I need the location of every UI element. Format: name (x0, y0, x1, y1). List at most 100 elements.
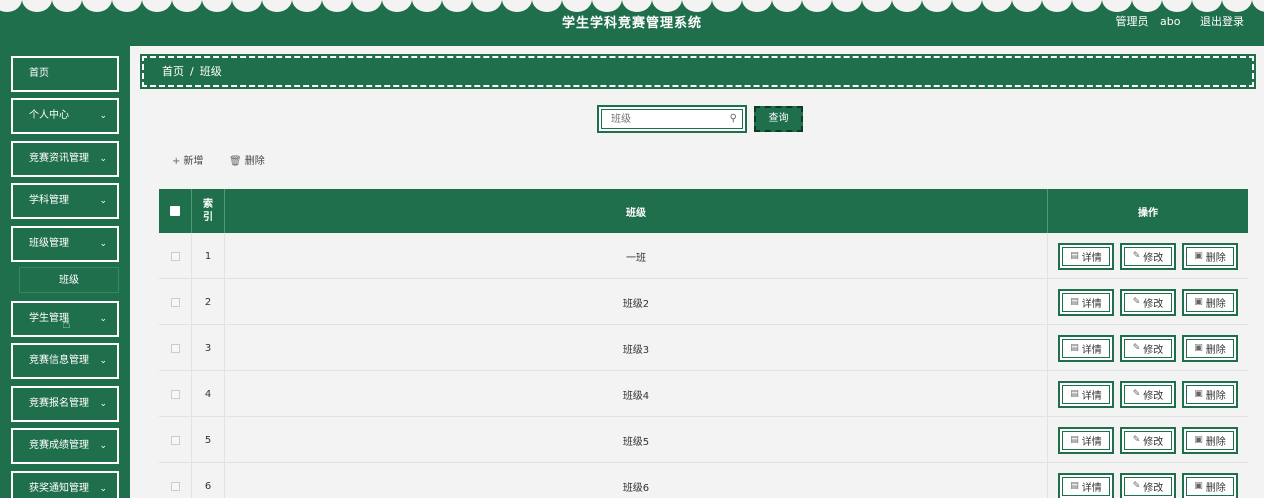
detail-button[interactable]: ▤ 详情 (1058, 242, 1114, 270)
scallop-shape (682, 0, 712, 12)
delete-label: 删除 (1205, 482, 1226, 494)
edit-button[interactable]: ✎ 修改 (1120, 288, 1176, 316)
row-class-name: 一班 (225, 233, 1048, 279)
row-checkbox-cell (159, 417, 192, 463)
bulk-delete-button[interactable]: 🗑︎ 删除 (229, 152, 265, 167)
edit-button[interactable]: ✎ 修改 (1120, 472, 1176, 498)
sidebar-item-subjects[interactable]: 学科管理 ⌄ (11, 183, 119, 219)
scallop-shape (832, 0, 862, 12)
scallop-shape (112, 0, 142, 12)
edit-label: 修改 (1143, 344, 1164, 356)
detail-label: 详情 (1081, 344, 1102, 356)
sidebar-item-home[interactable]: 首页 (11, 56, 119, 92)
row-index: 5 (192, 417, 225, 463)
add-button[interactable]: + 新增 (172, 152, 203, 167)
edit-button[interactable]: ✎ 修改 (1120, 380, 1176, 408)
scallop-shape (82, 0, 112, 12)
detail-button[interactable]: ▤ 详情 (1058, 334, 1114, 362)
edit-button[interactable]: ✎ 修改 (1120, 242, 1176, 270)
scallop-shape (202, 0, 232, 12)
chevron-down-icon: ⌄ (99, 356, 107, 366)
scallop-shape (862, 0, 892, 12)
table-row: 4 班级4 ▤ 详情 ✎ 修改 ▣ 删除 (159, 371, 1248, 417)
sidebar-item-classes[interactable]: 班级管理 ⌄ (11, 226, 119, 262)
scallop-shape (142, 0, 172, 12)
row-index: 1 (192, 233, 225, 279)
scallop-shape (1222, 0, 1252, 12)
app-title: 学生学科竞赛管理系统 (561, 16, 702, 31)
trash-icon: ▣ (1194, 297, 1203, 307)
detail-label: 详情 (1081, 390, 1102, 402)
class-table: 索引 班级 操作 1 一班 ▤ 详情 ✎ 修改 ▣ 删除 2 班级2 ▤ 详情 ✎ 修改 … (159, 189, 1248, 498)
row-checkbox[interactable] (170, 251, 180, 261)
edit-label: 修改 (1143, 436, 1164, 448)
submenu-item-class[interactable]: 班级 (19, 267, 119, 293)
table-row: 1 一班 ▤ 详情 ✎ 修改 ▣ 删除 (159, 233, 1248, 279)
detail-button[interactable]: ▤ 详情 (1058, 288, 1114, 316)
sidebar-item-competitions[interactable]: 竞赛信息管理 ⌄ (11, 343, 119, 379)
row-checkbox-cell (159, 463, 192, 498)
breadcrumb-current: 班级 (199, 65, 222, 78)
scallop-shape (292, 0, 322, 12)
row-checkbox[interactable] (170, 435, 180, 445)
detail-button[interactable]: ▤ 详情 (1058, 380, 1114, 408)
row-actions: ▤ 详情 ✎ 修改 ▣ 删除 (1048, 417, 1248, 463)
scallop-shape (22, 0, 52, 12)
row-checkbox[interactable] (170, 297, 180, 307)
scallop-shape (1042, 0, 1072, 12)
scallop-shape (772, 0, 802, 12)
query-button[interactable]: 查询 (754, 106, 803, 132)
delete-label: 删除 (1205, 298, 1226, 310)
sidebar-item-registrations[interactable]: 竞赛报名管理 ⌄ (11, 386, 119, 422)
scallop-shape (172, 0, 202, 12)
sidebar-item-personal-center[interactable]: 个人中心 ⌄ (11, 98, 119, 134)
sidebar-item-award-notices[interactable]: 获奖通知管理 ⌄ (11, 471, 119, 498)
scallop-shape (0, 0, 22, 12)
delete-button[interactable]: ▣ 删除 (1182, 380, 1238, 408)
pencil-icon: ✎ (1132, 251, 1141, 261)
scallop-shape (262, 0, 292, 12)
delete-button[interactable]: ▣ 删除 (1182, 472, 1238, 498)
edit-button[interactable]: ✎ 修改 (1120, 426, 1176, 454)
row-index: 6 (192, 463, 225, 498)
delete-label: 删除 (1205, 252, 1226, 264)
sidebar-item-scores[interactable]: 竞赛成绩管理 ⌄ (11, 428, 119, 464)
sidebar-item-label: 获奖通知管理 (29, 483, 89, 494)
delete-label: 删除 (1205, 344, 1226, 356)
scallop-shape (1012, 0, 1042, 12)
sidebar-item-news[interactable]: 竞赛资讯管理 ⌄ (11, 141, 119, 177)
delete-button[interactable]: ▣ 删除 (1182, 426, 1238, 454)
row-actions: ▤ 详情 ✎ 修改 ▣ 删除 (1048, 325, 1248, 371)
breadcrumb-home[interactable]: 首页 (162, 65, 184, 78)
scallop-shape (472, 0, 502, 12)
table-row: 3 班级3 ▤ 详情 ✎ 修改 ▣ 删除 (159, 325, 1248, 371)
scallop-shape (1252, 0, 1264, 12)
row-class-name: 班级6 (225, 463, 1048, 498)
sidebar-item-label: 竞赛信息管理 (29, 355, 89, 366)
scallop-shape (1072, 0, 1102, 12)
row-checkbox[interactable] (170, 389, 180, 399)
row-checkbox-cell (159, 371, 192, 417)
row-checkbox[interactable] (170, 343, 180, 353)
row-index: 2 (192, 279, 225, 325)
detail-button[interactable]: ▤ 详情 (1058, 472, 1114, 498)
scallop-shape (382, 0, 412, 12)
delete-button[interactable]: ▣ 删除 (1182, 242, 1238, 270)
delete-button[interactable]: ▣ 删除 (1182, 334, 1238, 362)
delete-button[interactable]: ▣ 删除 (1182, 288, 1238, 316)
scallop-shape (622, 0, 652, 12)
breadcrumb-separator: / (190, 65, 194, 78)
row-checkbox[interactable] (170, 481, 180, 491)
sidebar-item-label: 班级管理 (29, 238, 69, 249)
search-input[interactable] (599, 107, 719, 131)
pencil-icon: ✎ (1132, 435, 1141, 445)
app-header: 学生学科竞赛管理系统 管理员 abo 退出登录 (0, 0, 1264, 46)
edit-button[interactable]: ✎ 修改 (1120, 334, 1176, 362)
detail-label: 详情 (1081, 436, 1102, 448)
detail-button[interactable]: ▤ 详情 (1058, 426, 1114, 454)
select-all-checkbox[interactable] (170, 206, 180, 216)
logout-link[interactable]: 退出登录 (1200, 15, 1244, 28)
trash-icon: ▣ (1194, 435, 1203, 445)
scallop-shape (412, 0, 442, 12)
document-icon: ▤ (1070, 251, 1079, 261)
